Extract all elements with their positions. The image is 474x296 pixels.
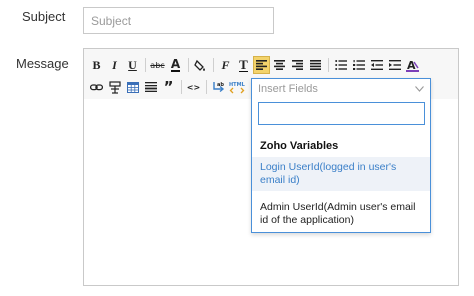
font-size-button[interactable]: T: [235, 56, 252, 74]
align-left-button[interactable]: [253, 56, 270, 74]
align-left-icon: [256, 60, 267, 70]
italic-button[interactable]: I: [106, 56, 123, 74]
align-justify-button[interactable]: [307, 56, 324, 74]
bold-icon: B: [92, 57, 101, 72]
align-right-button[interactable]: [289, 56, 306, 74]
option-admin-userid[interactable]: Admin UserId(Admin user's email id of th…: [252, 201, 430, 231]
font-family-button[interactable]: F: [217, 56, 234, 74]
insert-field-icon: ab: [213, 81, 224, 92]
subject-input[interactable]: [83, 7, 274, 34]
toolbar-separator: [145, 58, 146, 72]
indent-icon: [388, 60, 401, 70]
insert-fields-label: Insert Fields: [258, 83, 318, 95]
font-family-icon: F: [221, 57, 230, 72]
blockquote-button[interactable]: ”: [160, 78, 177, 96]
font-size-icon: T: [239, 56, 248, 72]
clear-format-icon: A: [406, 59, 419, 72]
underline-button[interactable]: U: [124, 56, 141, 74]
bold-button[interactable]: B: [88, 56, 105, 74]
align-center-button[interactable]: [271, 56, 288, 74]
code-button[interactable]: <>: [185, 78, 202, 96]
toolbar-separator: [188, 58, 189, 72]
numbered-list-button[interactable]: [350, 56, 367, 74]
highlight-icon: [194, 59, 205, 71]
toolbar-separator: [213, 58, 214, 72]
image-icon: [108, 80, 121, 94]
chevron-down-icon: [415, 86, 424, 92]
image-button[interactable]: [106, 78, 123, 96]
horizontal-rule-button[interactable]: [142, 78, 159, 96]
code-icon: <>: [186, 82, 201, 92]
insert-fields-search-input[interactable]: [258, 102, 425, 125]
toolbar-separator: [181, 80, 182, 94]
indent-button[interactable]: [386, 56, 403, 74]
toolbar-separator: [328, 58, 329, 72]
insert-fields-dropdown: Insert Fields Zoho Variables Login UserI…: [251, 78, 431, 233]
svg-text:ab: ab: [217, 82, 224, 88]
align-center-icon: [274, 60, 285, 70]
underline-icon: U: [128, 57, 137, 72]
font-color-icon: A: [170, 56, 181, 72]
italic-icon: I: [112, 57, 117, 72]
font-color-button[interactable]: A: [167, 56, 184, 74]
message-label: Message: [16, 56, 69, 71]
svg-text:HTML: HTML: [229, 82, 246, 88]
link-button[interactable]: [88, 78, 105, 96]
html-button[interactable]: HTML: [228, 78, 247, 96]
align-right-icon: [292, 60, 303, 70]
outdent-button[interactable]: [368, 56, 385, 74]
quote-icon: ”: [163, 78, 174, 96]
bullet-list-button[interactable]: [332, 56, 349, 74]
toolbar-row-2: ” <> ab HTML: [88, 77, 248, 97]
toolbar-row-1: B I U abc A F T A: [88, 55, 422, 75]
toolbar-separator: [206, 80, 207, 94]
table-button[interactable]: [124, 78, 141, 96]
bullet-list-icon: [334, 60, 347, 70]
highlight-button[interactable]: [192, 56, 209, 74]
table-icon: [126, 81, 139, 93]
insert-field-button[interactable]: ab: [210, 78, 227, 96]
horizontal-rule-icon: [144, 82, 157, 92]
clear-format-button[interactable]: A: [404, 56, 421, 74]
strikethrough-icon: abc: [150, 60, 165, 70]
html-icon: HTML: [229, 82, 246, 94]
numbered-list-icon: [352, 60, 365, 70]
group-heading: Zoho Variables: [260, 140, 339, 152]
strikethrough-button[interactable]: abc: [149, 56, 166, 74]
insert-fields-select[interactable]: Insert Fields: [252, 79, 430, 99]
link-icon: [90, 83, 103, 90]
outdent-icon: [370, 60, 383, 70]
align-justify-icon: [310, 60, 321, 70]
subject-label: Subject: [22, 9, 66, 24]
option-login-userid[interactable]: Login UserId(logged in user's email id): [252, 157, 430, 191]
